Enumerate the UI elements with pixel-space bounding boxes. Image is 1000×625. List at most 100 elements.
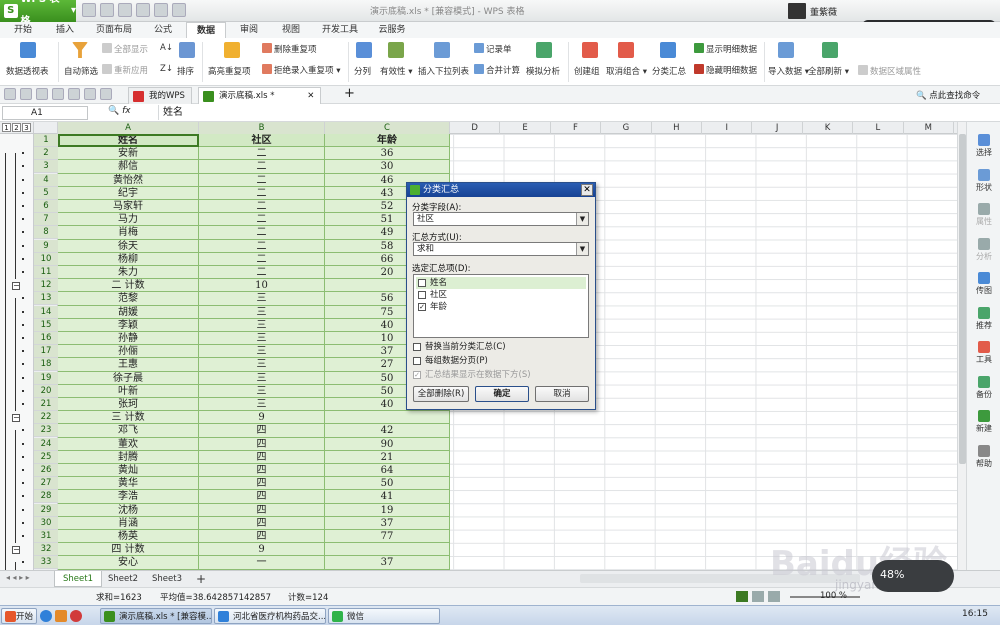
close-tab-icon[interactable]: ✕ <box>307 91 314 101</box>
undo-icon[interactable] <box>84 88 96 100</box>
formula-input[interactable]: 姓名 <box>158 105 958 120</box>
row-header[interactable]: 29 <box>34 503 58 517</box>
cell[interactable]: 一 <box>199 556 325 570</box>
sidepanel-backup[interactable]: 备份 <box>967 375 1000 400</box>
remove-all-button[interactable]: 全部删除(R) <box>413 386 469 402</box>
cell[interactable]: 杨柳 <box>58 252 199 266</box>
cell[interactable]: 二 <box>199 186 325 200</box>
undo-icon[interactable] <box>154 3 168 17</box>
cell[interactable]: 肖梅 <box>58 226 199 240</box>
row-header[interactable]: 22 <box>34 411 58 425</box>
cell[interactable]: 37 <box>325 556 450 570</box>
outline-level-1[interactable]: 1 <box>2 123 11 132</box>
cell[interactable]: 徐子晨 <box>58 371 199 385</box>
cell[interactable]: 年龄 <box>325 134 450 148</box>
row-header[interactable]: 16 <box>34 332 58 345</box>
cell[interactable]: 四 <box>199 530 325 544</box>
cell[interactable]: 二 <box>199 213 325 227</box>
ungroup-button[interactable]: 取消组合 ▾ <box>606 65 647 77</box>
row-header[interactable]: 27 <box>34 477 58 491</box>
wps-app-menu-button[interactable]: SWPS 表格▾ <box>0 0 76 27</box>
sheet-tab-3[interactable]: Sheet3 <box>144 571 190 587</box>
tab-document[interactable]: 演示底稿.xls * ✕ <box>198 87 322 104</box>
cell[interactable]: 三 <box>199 345 325 359</box>
normal-view-icon[interactable] <box>736 591 748 602</box>
row-header[interactable]: 2 <box>34 147 58 161</box>
cell[interactable]: 三 <box>199 371 325 385</box>
tab-insert[interactable]: 插入 <box>46 22 84 38</box>
cell[interactable] <box>325 543 450 557</box>
cell[interactable]: 四 <box>199 424 325 438</box>
cell[interactable]: 9 <box>199 411 325 425</box>
cell[interactable]: 三 <box>199 318 325 332</box>
row-header[interactable]: 4 <box>34 173 58 187</box>
cell[interactable]: 封腾 <box>58 450 199 464</box>
cell[interactable]: 肖涵 <box>58 516 199 530</box>
cell[interactable]: 77 <box>325 530 450 544</box>
row-header[interactable]: 24 <box>34 437 58 451</box>
checkbox-summary-below[interactable]: ✓ <box>413 371 421 379</box>
tab-formula[interactable]: 公式 <box>144 22 182 38</box>
cell[interactable]: 四 <box>199 450 325 464</box>
row-header[interactable]: 10 <box>34 252 58 266</box>
row-header[interactable]: 23 <box>34 424 58 438</box>
cell[interactable]: 纪宇 <box>58 186 199 200</box>
sheet-tab-1[interactable]: Sheet1 <box>54 571 102 587</box>
user-account[interactable]: 董紫薇 <box>788 3 837 19</box>
cell[interactable] <box>325 411 450 425</box>
row-header[interactable]: 31 <box>34 530 58 543</box>
cell[interactable]: 朱力 <box>58 266 199 280</box>
cell[interactable]: 黄怡然 <box>58 173 199 187</box>
row-header[interactable]: 15 <box>34 318 58 332</box>
cell[interactable]: 50 <box>325 477 450 491</box>
print-icon[interactable] <box>52 88 64 100</box>
redo-icon[interactable] <box>172 3 186 17</box>
row-header[interactable]: 18 <box>34 358 58 372</box>
row-header[interactable]: 1 <box>34 134 58 147</box>
preview-icon[interactable] <box>68 88 80 100</box>
row-header[interactable]: 28 <box>34 490 58 504</box>
cell[interactable]: 黄华 <box>58 477 199 491</box>
chevron-down-icon[interactable]: ▼ <box>576 243 588 255</box>
show-all-button[interactable]: 全部显示 <box>102 43 148 55</box>
cell[interactable]: 三 <box>199 332 325 346</box>
list-item[interactable]: 姓名 <box>416 277 586 289</box>
cell[interactable]: 邓飞 <box>58 424 199 438</box>
row-header[interactable]: 26 <box>34 464 58 477</box>
sheet-tab-2[interactable]: Sheet2 <box>100 571 146 587</box>
cell[interactable]: 孙静 <box>58 332 199 346</box>
cell[interactable]: 马家轩 <box>58 200 199 214</box>
cell[interactable]: 三 计数 <box>58 411 199 425</box>
select-all-corner[interactable] <box>34 122 58 134</box>
split-columns-button[interactable]: 分列 <box>354 65 371 77</box>
refresh-all-button[interactable]: 全部刷新 ▾ <box>808 65 849 77</box>
tab-page-layout[interactable]: 页面布局 <box>88 22 140 38</box>
row-header[interactable]: 11 <box>34 266 58 279</box>
row-header[interactable]: 17 <box>34 345 58 359</box>
system-monitor-gauge[interactable]: 48% <box>872 560 954 592</box>
sort-button[interactable]: 排序 <box>177 65 194 77</box>
cell[interactable]: 社区 <box>199 134 325 148</box>
cell[interactable]: 30 <box>325 160 450 174</box>
sidepanel-select[interactable]: 选择 <box>967 134 1000 158</box>
show-detail-button[interactable]: 显示明细数据 <box>694 43 757 55</box>
cell[interactable]: 李浩 <box>58 490 199 504</box>
cell[interactable]: 黄灿 <box>58 464 199 478</box>
row-header[interactable]: 21 <box>34 398 58 411</box>
tab-data[interactable]: 数据 <box>186 22 226 38</box>
cell[interactable]: 马力 <box>58 213 199 227</box>
row-header[interactable]: 8 <box>34 226 58 240</box>
import-data-button[interactable]: 导入数据 ▾ <box>768 65 809 77</box>
ok-button[interactable]: 确定 <box>475 386 529 402</box>
cell[interactable]: 四 <box>199 490 325 504</box>
collapse-group-button[interactable]: − <box>12 414 20 423</box>
record-form-button[interactable]: 记录单 <box>474 43 512 55</box>
row-header[interactable]: 25 <box>34 450 58 464</box>
insert-dropdown-button[interactable]: 插入下拉列表 <box>418 65 469 77</box>
outline-level-3[interactable]: 3 <box>22 123 31 132</box>
row-header[interactable]: 3 <box>34 160 58 174</box>
sort-desc-icon[interactable]: Z↓ <box>160 64 173 74</box>
qq-icon[interactable] <box>70 610 82 622</box>
cell[interactable]: 90 <box>325 437 450 451</box>
collapse-group-button[interactable]: − <box>12 282 20 291</box>
